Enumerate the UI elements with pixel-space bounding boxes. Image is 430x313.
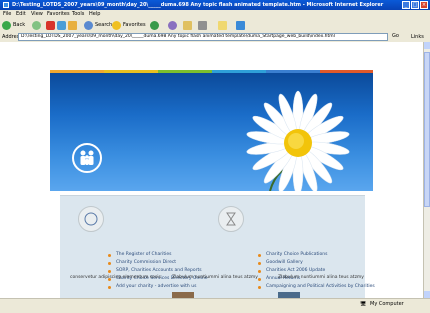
toolbar: Back Search Favorites <box>0 18 430 33</box>
scroll-down-arrow-icon[interactable] <box>424 291 430 298</box>
home-icon <box>68 20 77 30</box>
menu-tools[interactable]: Tools <box>72 11 84 17</box>
bullet-icon <box>258 270 261 273</box>
quick-link[interactable]: Goodwill Gallery <box>266 260 303 265</box>
window-title: D:\Testing_LOTDS_2007_years\09_month\day… <box>12 2 384 8</box>
bullet-icon <box>258 254 261 257</box>
window-controls: _ □ × <box>402 1 428 9</box>
menu-view[interactable]: View <box>31 11 43 17</box>
scroll-thumb[interactable] <box>424 52 430 207</box>
stop-button[interactable] <box>46 20 55 30</box>
quick-link[interactable]: Charity Commission Direct <box>116 260 176 265</box>
history-icon <box>168 20 177 30</box>
page-viewport: The Register of Charities Charity Commis… <box>0 42 423 298</box>
home-button[interactable] <box>68 20 77 30</box>
menu-favorites[interactable]: Favorites <box>47 11 70 17</box>
forward-button[interactable] <box>32 20 41 30</box>
hourglass-icon <box>218 206 244 232</box>
refresh-icon <box>57 20 66 30</box>
back-arrow-icon <box>2 20 11 30</box>
bullet-icon <box>258 278 261 281</box>
messenger-button[interactable] <box>236 20 245 30</box>
quick-link[interactable]: Campaigning and Political Activities by … <box>266 284 375 289</box>
status-bar: 🖥 My Computer <box>0 298 430 313</box>
menu-help[interactable]: Help <box>89 11 100 17</box>
quick-link[interactable]: Add your charity - advertise with us <box>116 284 196 289</box>
back-button[interactable]: Back <box>2 20 25 30</box>
daisy-flower-image <box>246 90 350 191</box>
messenger-icon <box>236 20 245 30</box>
scroll-up-arrow-icon[interactable] <box>424 42 430 49</box>
mail-icon <box>183 20 192 30</box>
menu-edit[interactable]: Edit <box>16 11 26 17</box>
ie-icon <box>3 2 9 8</box>
forward-arrow-icon <box>32 20 41 30</box>
mail-button[interactable] <box>183 20 192 30</box>
minimize-button[interactable]: _ <box>402 1 410 9</box>
maximize-button[interactable]: □ <box>411 1 419 9</box>
section-title: conservetur adipiscing elementum sesis <box>70 275 161 280</box>
quick-link[interactable]: Charities Act 2006 Update <box>266 268 325 273</box>
history-button[interactable] <box>168 20 177 30</box>
bullet-icon <box>258 262 261 265</box>
section-title: Zlabulum nuntiummi alina teus atzmy <box>278 275 364 280</box>
media-button[interactable] <box>150 20 159 30</box>
section-title: Zlabulum nuntiummi alina teus atzmy <box>172 275 258 280</box>
star-icon <box>112 20 121 30</box>
title-bar: D:\Testing_LOTDS_2007_years\09_month\day… <box>0 0 430 10</box>
print-icon <box>198 20 207 30</box>
go-button[interactable]: Go <box>392 33 399 39</box>
stop-icon <box>46 20 55 30</box>
status-zone: My Computer <box>370 301 404 307</box>
vertical-scrollbar[interactable] <box>423 42 430 298</box>
bullet-icon <box>108 254 111 257</box>
search-icon <box>84 20 93 30</box>
address-input[interactable]: D:\Testing_LOTDS_2007_years\09_month\day… <box>18 33 388 41</box>
info-circle-icon <box>78 206 104 232</box>
media-icon <box>150 20 159 30</box>
menu-file[interactable]: File <box>3 11 11 17</box>
edit-button[interactable] <box>218 20 227 30</box>
quick-link[interactable]: Charity Choice Publications <box>266 252 327 257</box>
hero-banner <box>50 73 373 191</box>
favorites-button[interactable]: Favorites <box>112 20 146 30</box>
search-button[interactable]: Search <box>84 20 112 30</box>
folder-icon <box>218 20 227 30</box>
print-button[interactable] <box>198 20 207 30</box>
close-button[interactable]: × <box>420 1 428 9</box>
computer-zone-icon: 🖥 <box>360 301 367 307</box>
links-button[interactable]: Links <box>411 34 424 40</box>
quick-link[interactable]: The Register of Charities <box>116 252 172 257</box>
refresh-button[interactable] <box>57 20 66 30</box>
bullet-icon <box>108 262 111 265</box>
quick-link[interactable]: SORP, Charities Accounts and Reports <box>116 268 202 273</box>
bullet-icon <box>108 286 111 289</box>
quick-links-panel: The Register of Charities Charity Commis… <box>60 195 375 298</box>
bullet-icon <box>258 286 261 289</box>
bullet-icon <box>108 270 111 273</box>
